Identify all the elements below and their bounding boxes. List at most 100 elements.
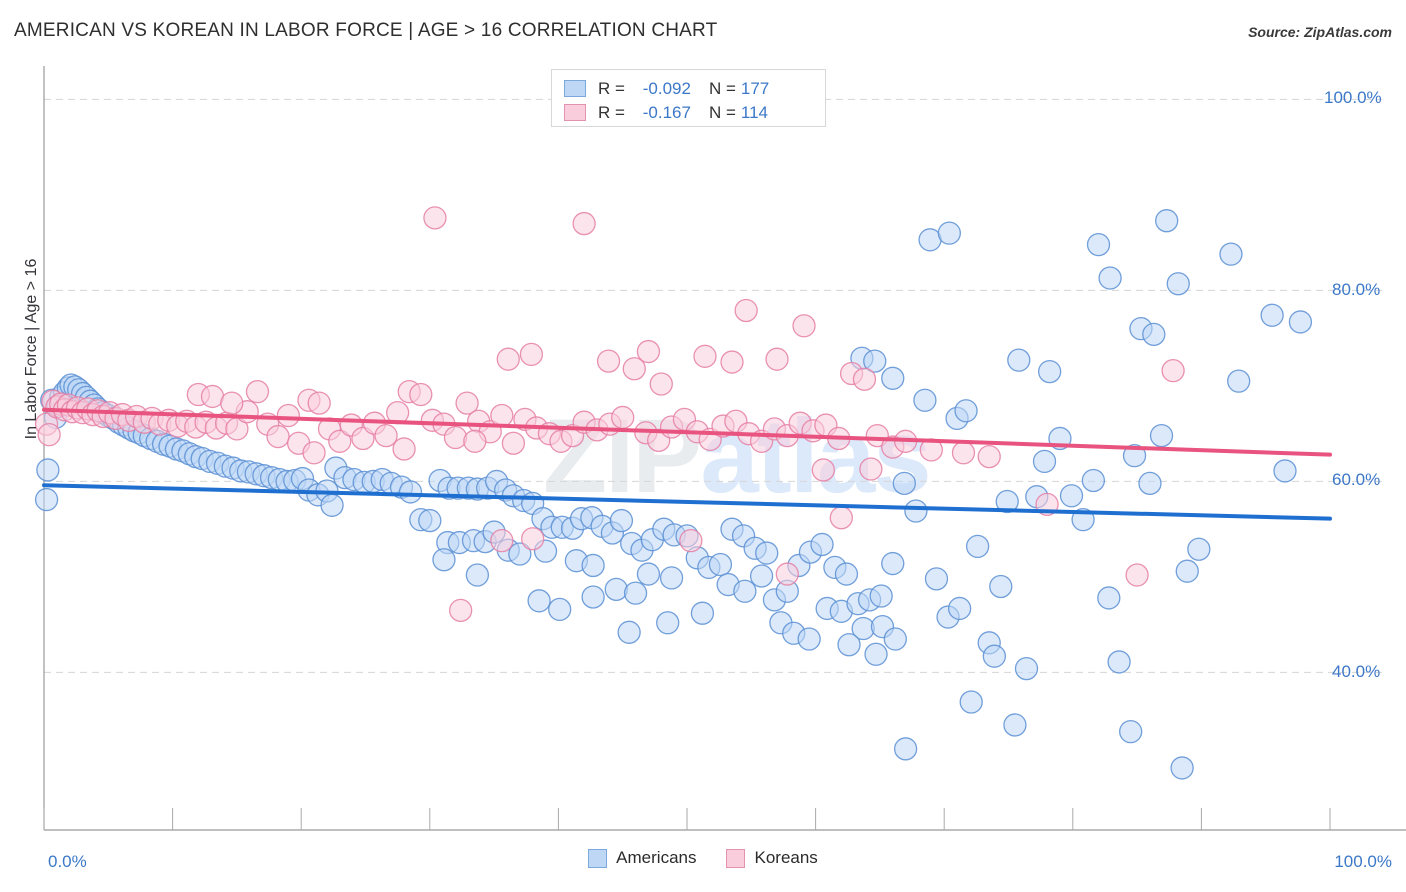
data-point[interactable] [519,342,544,367]
data-point[interactable] [734,298,758,323]
data-point[interactable] [496,347,520,371]
data-point[interactable] [864,642,888,666]
data-point[interactable] [679,528,703,553]
data-point[interactable] [924,567,949,591]
data-point[interactable] [977,444,1001,469]
data-point[interactable] [1288,310,1313,334]
data-point[interactable] [636,339,661,364]
data-point[interactable] [418,508,442,533]
data-point[interactable] [604,577,628,601]
data-point[interactable] [733,579,757,603]
data-point[interactable] [904,499,928,523]
data-point[interactable] [1227,369,1251,393]
data-point[interactable] [829,506,853,530]
data-point[interactable] [392,437,416,461]
data-point[interactable] [1038,359,1062,384]
data-point[interactable] [1187,537,1211,561]
data-point[interactable] [374,423,398,448]
data-point[interactable] [1081,468,1106,493]
data-point[interactable] [881,366,905,390]
data-point[interactable] [443,425,468,450]
data-point[interactable] [307,391,331,415]
data-point[interactable] [1138,471,1162,495]
data-point[interactable] [409,382,433,407]
data-point[interactable] [989,574,1013,599]
data-point[interactable] [609,508,634,533]
data-point[interactable] [302,441,326,465]
data-point[interactable] [1097,586,1121,610]
data-point[interactable] [1273,459,1297,483]
data-point[interactable] [465,563,490,587]
data-point[interactable] [1014,656,1039,681]
data-point[interactable] [37,422,61,447]
data-point[interactable] [1142,322,1166,347]
data-point[interactable] [1059,484,1084,508]
data-point[interactable] [837,633,861,657]
data-point[interactable] [548,597,572,622]
data-point[interactable] [965,534,990,559]
data-point[interactable] [765,347,789,371]
data-point[interactable] [581,585,605,609]
data-point[interactable] [1149,423,1174,448]
data-point[interactable] [859,457,883,481]
data-point[interactable] [982,644,1006,668]
data-point[interactable] [1032,449,1057,474]
data-point[interactable] [276,403,300,428]
data-point[interactable] [883,627,907,651]
data-point[interactable] [755,541,779,565]
data-point[interactable] [501,431,526,455]
data-point[interactable] [656,611,680,635]
data-point[interactable] [797,627,821,651]
data-point[interactable] [749,564,774,588]
data-point[interactable] [1166,272,1190,296]
data-point[interactable] [893,737,918,761]
data-point[interactable] [1170,756,1194,780]
data-point[interactable] [1161,358,1185,383]
data-point[interactable] [1175,559,1199,583]
data-point[interactable] [913,388,937,412]
data-point[interactable] [572,211,596,236]
data-point[interactable] [1007,348,1031,372]
data-point[interactable] [708,552,733,577]
data-point[interactable] [690,601,715,625]
data-point[interactable] [1086,232,1111,257]
data-point[interactable] [449,598,473,622]
data-point[interactable] [611,405,635,430]
data-point[interactable] [320,493,344,517]
legend-item-americans[interactable]: Americans [588,848,696,868]
data-point[interactable] [245,379,270,404]
legend-item-koreans[interactable]: Koreans [726,848,818,868]
data-point[interactable] [1119,719,1143,744]
data-point[interactable] [581,553,605,578]
data-point[interactable] [693,344,717,368]
data-point[interactable] [811,458,835,482]
data-point[interactable] [1219,242,1243,266]
data-point[interactable] [937,221,961,245]
data-point[interactable] [1260,303,1284,327]
data-point[interactable] [490,403,514,428]
data-point[interactable] [617,620,641,644]
data-point[interactable] [34,487,59,512]
data-point[interactable] [432,548,456,572]
data-point[interactable] [775,562,799,586]
data-point[interactable] [398,480,423,504]
data-point[interactable] [1003,713,1027,737]
data-point[interactable] [596,349,621,373]
data-point[interactable] [954,399,978,423]
data-point[interactable] [266,424,290,449]
data-point[interactable] [1155,209,1179,233]
data-point[interactable] [1107,650,1131,674]
data-point[interactable] [527,589,551,613]
data-point[interactable] [1098,266,1122,290]
data-point[interactable] [649,372,673,396]
data-point[interactable] [220,391,244,415]
data-point[interactable] [834,562,859,586]
data-point[interactable] [521,527,545,551]
data-point[interactable] [852,367,877,391]
data-point[interactable] [720,350,744,374]
data-point[interactable] [463,429,487,453]
data-point[interactable] [892,471,916,495]
data-point[interactable] [623,581,648,605]
data-point[interactable] [490,528,514,553]
data-point[interactable] [959,690,983,714]
